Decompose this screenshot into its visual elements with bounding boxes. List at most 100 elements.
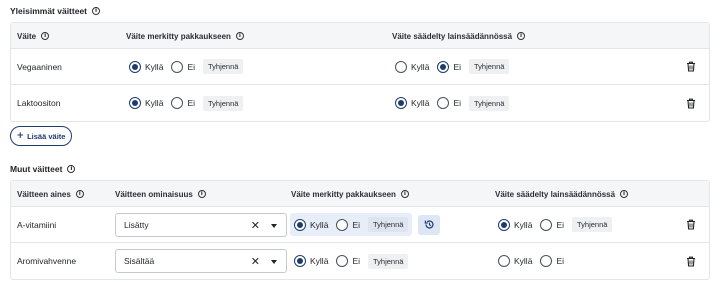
- trash-icon[interactable]: [685, 61, 697, 73]
- radio-yes-label: Kyllä: [310, 219, 329, 230]
- header-label: Väite säädelty lainsäädännössä: [392, 31, 513, 41]
- section-title-text: Muut väitteet: [10, 164, 63, 174]
- header-label: Väitteen ominaisuus: [115, 189, 193, 199]
- info-icon[interactable]: i: [197, 190, 206, 198]
- regulated-radio-group: Kyllä Ei Tyhjennä: [395, 95, 510, 111]
- radio-yes[interactable]: [294, 218, 306, 231]
- row-label: Aromivahvenne: [17, 256, 77, 266]
- table-row: Aromivahvenne Sisältää ✕ Kyllä Ei Tyhjen…: [11, 243, 709, 279]
- other-claims-table: Väitteen aines i Väitteen ominaisuus i V…: [10, 180, 710, 280]
- radio-yes-label: Kyllä: [411, 98, 430, 108]
- clear-button[interactable]: Tyhjennä: [368, 253, 409, 269]
- row-label: Laktoositon: [17, 98, 61, 108]
- header-regulated: Väite säädelty lainsäädännössä i: [495, 181, 629, 207]
- radio-yes-label: Kyllä: [310, 256, 329, 266]
- radio-yes[interactable]: [498, 218, 510, 231]
- header-label: Väite: [17, 31, 37, 41]
- section-common-claims-title: Yleisimmät väitteet i: [10, 6, 101, 16]
- common-claims-table: Väite i Väite merkitty pakkaukseen i Väi…: [10, 22, 710, 122]
- regulated-radio-group: Kyllä Ei: [498, 255, 568, 267]
- trash-icon[interactable]: [685, 97, 697, 109]
- trash-icon[interactable]: [685, 255, 697, 267]
- row-label: Vegaaninen: [17, 61, 62, 72]
- table-row: Vegaaninen Kyllä Ei Tyhjennä Kyllä Ei Ty…: [11, 49, 709, 85]
- header-marked: Väite merkitty pakkaukseen i: [291, 181, 409, 207]
- clear-button[interactable]: Tyhjennä: [203, 59, 244, 74]
- clear-x-icon[interactable]: ✕: [251, 255, 260, 268]
- header-marked: Väite merkitty pakkaukseen i: [126, 23, 244, 49]
- clear-button[interactable]: Tyhjennä: [469, 59, 510, 74]
- clear-x-icon[interactable]: ✕: [251, 219, 260, 232]
- radio-no[interactable]: [336, 255, 349, 267]
- header-label: Väitteen aines: [17, 189, 71, 199]
- header-property: Väitteen ominaisuus i: [115, 181, 206, 207]
- radio-yes-label: Kyllä: [514, 219, 533, 230]
- radio-no-label: Ei: [453, 98, 461, 108]
- info-icon[interactable]: i: [620, 190, 629, 198]
- caret-down-icon[interactable]: [271, 223, 277, 228]
- regulated-radio-group: Kyllä Ei Tyhjennä: [498, 217, 613, 232]
- radio-no-label: Ei: [187, 98, 195, 108]
- property-select-value: Sisältää: [124, 256, 155, 266]
- info-icon[interactable]: i: [67, 165, 76, 173]
- table-header: Väite i Väite merkitty pakkaukseen i Väi…: [11, 23, 709, 49]
- history-reset-icon[interactable]: [418, 214, 441, 235]
- radio-yes[interactable]: [129, 60, 141, 73]
- table-row: Laktoositon Kyllä Ei Tyhjennä Kyllä Ei T…: [11, 85, 709, 121]
- radio-yes-label: Kyllä: [145, 61, 164, 72]
- section-other-claims-title: Muut väitteet i: [10, 164, 76, 174]
- radio-no-label: Ei: [453, 61, 461, 72]
- header-label: Väite merkitty pakkaukseen: [291, 189, 396, 199]
- radio-no-label: Ei: [352, 256, 360, 266]
- regulated-radio-group: Kyllä Ei Tyhjennä: [395, 59, 510, 74]
- header-substance: Väitteen aines i: [17, 181, 84, 207]
- table-row: A-vitamiini Lisätty ✕ Kyllä Ei Tyhjennä: [11, 207, 709, 243]
- radio-no-label: Ei: [556, 219, 564, 230]
- info-icon[interactable]: i: [400, 190, 409, 198]
- radio-no-label: Ei: [187, 61, 195, 72]
- table-header: Väitteen aines i Väitteen ominaisuus i V…: [11, 181, 709, 207]
- radio-yes[interactable]: [294, 255, 306, 267]
- clear-button[interactable]: Tyhjennä: [203, 95, 244, 111]
- radio-no[interactable]: [171, 60, 184, 73]
- radio-no[interactable]: [437, 60, 450, 73]
- info-icon[interactable]: i: [235, 32, 244, 40]
- radio-no-label: Ei: [352, 219, 360, 230]
- property-select[interactable]: Sisältää ✕: [115, 249, 287, 273]
- section-title-text: Yleisimmät väitteet: [10, 6, 88, 16]
- radio-no[interactable]: [540, 255, 553, 267]
- add-claim-button[interactable]: + Lisää väite: [10, 126, 72, 146]
- clear-button[interactable]: Tyhjennä: [572, 217, 613, 232]
- radio-no[interactable]: [336, 218, 349, 231]
- header-claim: Väite i: [17, 23, 50, 49]
- radio-yes[interactable]: [395, 97, 407, 109]
- property-select[interactable]: Lisätty ✕: [115, 212, 287, 237]
- marked-radio-group: Kyllä Ei Tyhjennä: [129, 59, 244, 74]
- radio-yes[interactable]: [395, 60, 407, 73]
- radio-no[interactable]: [437, 97, 450, 109]
- info-icon[interactable]: i: [517, 32, 526, 40]
- property-select-value: Lisätty: [124, 219, 149, 230]
- radio-yes[interactable]: [498, 255, 510, 267]
- radio-no-label: Ei: [556, 256, 564, 266]
- marked-radio-group: Kyllä Ei Tyhjennä: [290, 213, 413, 236]
- radio-yes[interactable]: [129, 97, 141, 109]
- radio-no[interactable]: [171, 97, 184, 109]
- clear-button[interactable]: Tyhjennä: [469, 95, 510, 111]
- radio-no[interactable]: [540, 218, 553, 231]
- header-label: Väite merkitty pakkaukseen: [126, 31, 231, 41]
- radio-yes-label: Kyllä: [514, 256, 533, 266]
- marked-radio-group: Kyllä Ei Tyhjennä: [294, 253, 409, 269]
- radio-yes-label: Kyllä: [411, 61, 430, 72]
- info-icon[interactable]: i: [92, 7, 101, 15]
- info-icon[interactable]: i: [41, 32, 50, 40]
- info-icon[interactable]: i: [75, 190, 84, 198]
- trash-icon[interactable]: [685, 219, 697, 231]
- marked-radio-group: Kyllä Ei Tyhjennä: [129, 95, 244, 111]
- caret-down-icon[interactable]: [271, 260, 277, 264]
- clear-button[interactable]: Tyhjennä: [368, 217, 409, 232]
- radio-yes-label: Kyllä: [145, 98, 164, 108]
- row-label: A-vitamiini: [17, 219, 57, 230]
- plus-icon: +: [16, 131, 25, 141]
- header-label: Väite säädelty lainsäädännössä: [495, 189, 616, 199]
